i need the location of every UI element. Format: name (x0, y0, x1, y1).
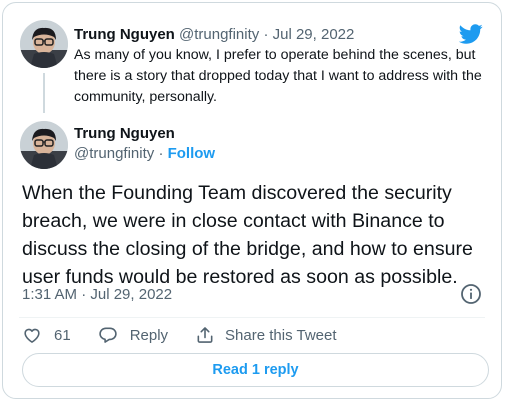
follow-button[interactable]: Follow (168, 145, 216, 162)
thread-connector-line (43, 73, 45, 113)
parent-tweet-text: As many of you know, I prefer to operate… (74, 47, 482, 105)
share-label: Share this Tweet (225, 326, 337, 344)
share-button[interactable]: Share this Tweet (195, 325, 337, 345)
reply-button[interactable]: Reply (98, 325, 168, 345)
header-separator: · (263, 26, 269, 43)
tweet-embed-card: Trung Nguyen @trungfinity · Jul 29, 2022… (2, 2, 502, 399)
like-count: 61 (54, 326, 71, 344)
tweet-date[interactable]: Jul 29, 2022 (273, 26, 355, 43)
divider (19, 317, 485, 318)
author-handle[interactable]: @trungfinity (179, 26, 259, 43)
read-replies-button[interactable]: Read 1 reply (22, 353, 489, 387)
upload-arrow-icon (197, 327, 213, 343)
heart-icon (24, 328, 40, 343)
author-handle[interactable]: @trungfinity (74, 145, 154, 162)
twitter-bird-icon[interactable] (459, 22, 483, 46)
avatar[interactable] (20, 121, 68, 169)
info-icon[interactable] (459, 282, 483, 306)
parent-tweet-header: Trung Nguyen @trungfinity · Jul 29, 2022 (74, 25, 354, 45)
tweet-actions: 61 Reply Share this Tweet (22, 323, 364, 347)
author-subline: @trungfinity · Follow (74, 144, 215, 164)
author-display-name[interactable]: Trung Nguyen (74, 26, 175, 43)
speech-bubble-icon (98, 327, 117, 343)
avatar[interactable] (20, 20, 68, 68)
tweet-text: When the Founding Team discovered the se… (22, 182, 473, 288)
subline-separator: · (158, 145, 164, 162)
reply-label: Reply (129, 326, 169, 344)
author-display-name[interactable]: Trung Nguyen (74, 124, 175, 144)
like-button[interactable]: 61 (22, 325, 71, 345)
tweet-timestamp[interactable]: 1:31 AM · Jul 29, 2022 (22, 285, 172, 305)
